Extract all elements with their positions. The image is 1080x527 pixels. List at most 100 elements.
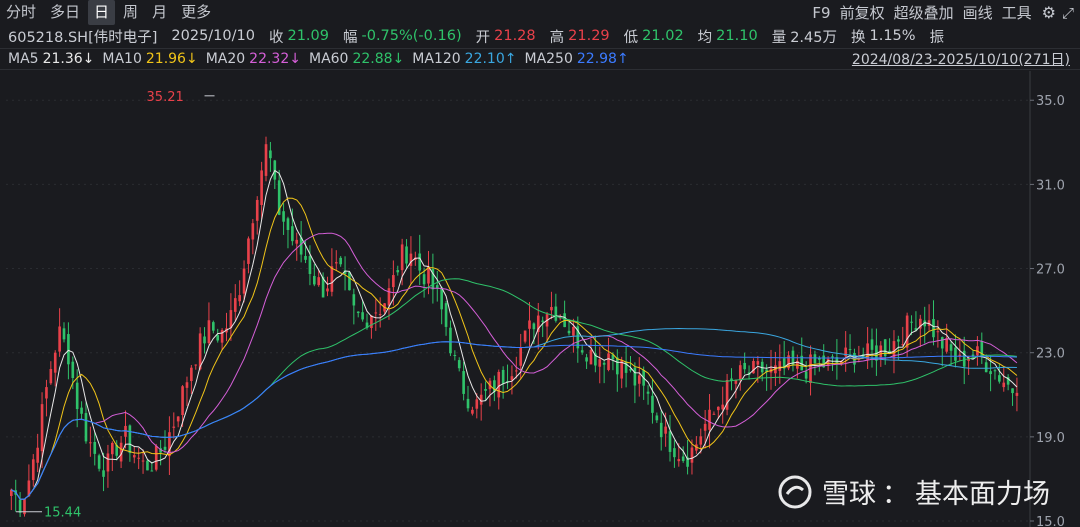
candle-body — [374, 312, 378, 314]
close-value: 21.09 — [287, 28, 329, 44]
candle-body — [128, 425, 132, 454]
candle-body — [247, 238, 250, 264]
max-price-label: 35.21 — [147, 90, 184, 105]
quote-date: 2025/10/10 — [171, 28, 255, 44]
candle-body — [637, 375, 641, 384]
ma-legend-item[interactable]: MA10 21.96↓ — [102, 51, 197, 67]
candle-body — [998, 375, 1001, 382]
adjust-forward-button[interactable]: 前复权 — [840, 2, 885, 23]
candlestick-chart[interactable]: 35.0 31.0 27.0 23.0 19.0 15.0 35.21 15.44 — [0, 71, 1080, 527]
change-value: -0.75%(-0.16) — [361, 28, 462, 44]
candle-body — [940, 337, 944, 349]
candle-body — [356, 311, 360, 314]
ma-legend-item[interactable]: MA120 22.10↑ — [412, 51, 516, 67]
candle-body — [756, 361, 760, 365]
candle-body — [721, 404, 725, 410]
candle-body — [501, 369, 505, 384]
volume-label: 量 — [771, 29, 787, 46]
tab-period-1[interactable]: 多日 — [44, 0, 86, 25]
ma-legend-item[interactable]: MA60 22.88↓ — [309, 51, 404, 67]
draw-line-button[interactable]: 画线 — [963, 2, 993, 23]
date-range-link[interactable]: 2024/08/23-2025/10/10(271日) — [852, 49, 1070, 69]
tab-period-3[interactable]: 周 — [117, 0, 144, 25]
ma-value: 22.10↑ — [464, 51, 517, 67]
super-overlay-button[interactable]: 超级叠加 — [894, 2, 954, 23]
candle-body — [84, 413, 88, 442]
watermark-brand: 雪球 — [822, 479, 876, 510]
expand-icon[interactable]: ⤢ — [1062, 4, 1074, 22]
candle-body — [484, 389, 487, 391]
candle-body — [673, 448, 676, 458]
candle-body — [905, 315, 909, 348]
candle-body — [616, 357, 619, 375]
candle-body — [554, 306, 558, 321]
toolbar-tools: F9 前复权 超级叠加 画线 工具 ⚙ ⤢ — [803, 0, 1080, 25]
watermark: 雪球 ： 基本面力场 — [778, 472, 1050, 511]
tab-period-0[interactable]: 分时 — [0, 0, 42, 25]
candle-body — [708, 409, 711, 430]
candle-body — [528, 320, 531, 329]
candle-body — [348, 271, 351, 291]
candle-body — [378, 314, 382, 316]
ma-legend-item[interactable]: MA250 22.98↑ — [524, 51, 628, 67]
candle-body — [989, 371, 992, 375]
candle-body — [523, 330, 527, 342]
candle-body — [1002, 382, 1006, 388]
period-tabs: 分时 多日日周月更多 — [0, 0, 219, 25]
candle-body — [93, 441, 97, 454]
candle-body — [677, 459, 681, 462]
candle-body — [45, 387, 48, 399]
candle-body — [646, 391, 650, 394]
y-tick-label: 23.0 — [1036, 347, 1065, 362]
y-tick-label: 19.0 — [1036, 431, 1065, 446]
ma-value: 22.88↓ — [352, 51, 405, 67]
candle-body — [75, 382, 79, 409]
candle-body — [405, 246, 408, 264]
ma-value: 22.32↓ — [249, 51, 301, 67]
candle-body — [515, 370, 518, 372]
candle-body — [607, 353, 610, 370]
candle-body — [154, 445, 158, 470]
candle-body — [418, 253, 422, 271]
tab-period-4[interactable]: 月 — [146, 0, 173, 25]
ma-name: MA20 — [205, 51, 246, 67]
ma-legend-item[interactable]: MA20 22.32↓ — [206, 51, 301, 67]
candle-body — [400, 244, 404, 271]
candle-body — [286, 218, 290, 230]
tab-period-5[interactable]: 更多 — [175, 0, 217, 25]
candle-body — [163, 446, 167, 450]
candle-body — [111, 442, 114, 455]
candle-body — [31, 459, 35, 481]
gear-icon[interactable]: ⚙ — [1042, 3, 1056, 22]
candle-body — [453, 355, 457, 357]
candle-body — [589, 349, 593, 365]
tools-button[interactable]: 工具 — [1002, 2, 1032, 23]
ma-legend-item[interactable]: MA5 21.36↓ — [8, 51, 94, 67]
candle-body — [238, 295, 241, 302]
ma-name: MA10 — [102, 51, 142, 67]
turnover-label: 换 — [850, 29, 866, 46]
snowball-logo-icon — [778, 475, 812, 508]
ma-line-ma60 — [11, 278, 1017, 500]
candle-body — [172, 426, 176, 428]
candle-body — [449, 327, 452, 354]
candle-body — [734, 380, 738, 384]
candle-body — [207, 320, 211, 344]
tab-period-2[interactable]: 日 — [88, 0, 116, 25]
y-tick-label: 35.0 — [1036, 94, 1065, 109]
candle-body — [396, 270, 400, 273]
candle-body — [18, 499, 22, 513]
open-label: 开 — [475, 29, 491, 46]
candle-body — [664, 426, 667, 434]
candle-body — [475, 399, 479, 409]
candle-body — [717, 406, 720, 411]
turnover-value: 1.15% — [869, 28, 916, 44]
low-value: 21.02 — [642, 28, 684, 44]
moving-average-bar: MA5 21.36↓ MA10 21.96↓ MA20 22.32↓ MA60 22.88↓ M… — [0, 48, 1080, 70]
candle-body — [203, 336, 206, 344]
candle-body — [444, 303, 448, 327]
avg-label: 均 — [697, 29, 713, 46]
f9-button[interactable]: F9 — [812, 4, 830, 22]
candle-body — [954, 347, 957, 361]
candle-body — [176, 416, 180, 422]
